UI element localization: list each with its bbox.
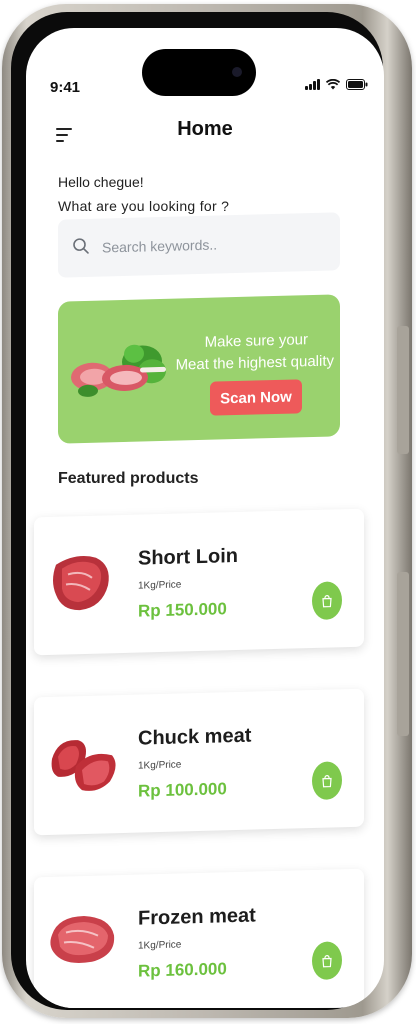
search-input[interactable] <box>100 226 324 263</box>
product-card[interactable]: Chuck meat 1Kg/Price Rp 100.000 <box>34 688 364 836</box>
product-price: Rp 100.000 <box>138 779 227 801</box>
status-time: 9:41 <box>50 79 81 96</box>
wifi-icon <box>326 78 340 90</box>
add-to-cart-button[interactable] <box>312 761 342 801</box>
banner-subheadline: Meat the highest quality <box>175 352 334 374</box>
frozen-meat-image <box>50 916 115 964</box>
scan-now-button[interactable]: Scan Now <box>210 379 302 416</box>
side-button <box>397 326 409 454</box>
product-name: Chuck meat <box>138 724 252 750</box>
search-bar[interactable] <box>58 212 340 278</box>
product-name: Short Loin <box>138 544 238 570</box>
page-title: Home <box>177 118 233 140</box>
product-price: Rp 160.000 <box>138 959 227 981</box>
phone-bezel: 9:41 Home Hello chegue! What are you loo… <box>11 12 384 1010</box>
product-unit: 1Kg/Price <box>138 759 182 772</box>
cart-icon <box>322 954 332 967</box>
product-price: Rp 150.000 <box>138 599 227 621</box>
product-name: Frozen meat <box>138 904 256 930</box>
cart-icon <box>322 594 332 607</box>
meat-illustration <box>71 344 166 397</box>
battery-icon <box>346 78 368 90</box>
cart-icon <box>322 774 332 787</box>
chuck-meat-image <box>51 740 116 791</box>
status-icons <box>305 78 368 90</box>
add-to-cart-button[interactable] <box>312 581 342 621</box>
side-button <box>397 572 409 736</box>
add-to-cart-button[interactable] <box>312 941 342 981</box>
product-unit: 1Kg/Price <box>138 579 182 592</box>
featured-title: Featured products <box>58 470 199 487</box>
product-unit: 1Kg/Price <box>138 939 182 952</box>
screen: 9:41 Home Hello chegue! What are you loo… <box>26 28 384 1008</box>
greeting-text: Hello chegue! <box>58 174 144 190</box>
product-card[interactable]: Frozen meat 1Kg/Price Rp 160.000 <box>34 868 364 1008</box>
signal-icon <box>305 78 320 90</box>
search-icon <box>73 238 89 254</box>
promo-banner: Make sure your Meat the highest quality … <box>58 294 340 444</box>
short-loin-image <box>53 556 109 611</box>
dynamic-island <box>142 49 256 96</box>
banner-headline: Make sure your <box>204 331 308 351</box>
phone-frame: 9:41 Home Hello chegue! What are you loo… <box>2 4 412 1018</box>
product-card[interactable]: Short Loin 1Kg/Price Rp 150.000 <box>34 508 364 656</box>
question-text: What are you looking for ? <box>58 198 230 214</box>
